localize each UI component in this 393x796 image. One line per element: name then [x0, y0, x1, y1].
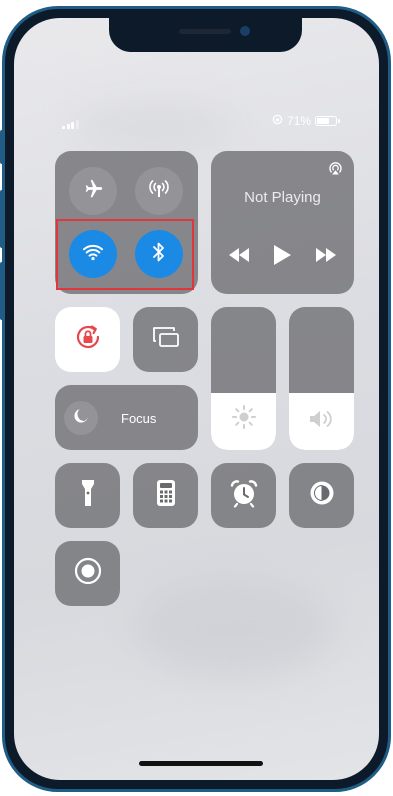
orientation-lock-status-icon — [272, 114, 283, 128]
control-center-screen: 71% Not Playing Focus — [14, 18, 379, 780]
speaker-volume-icon — [308, 408, 336, 435]
dark-mode-button[interactable] — [289, 463, 354, 528]
notch — [109, 18, 302, 52]
front-camera — [240, 26, 250, 36]
speaker — [179, 29, 231, 34]
alarm-button[interactable] — [211, 463, 276, 528]
play-button[interactable] — [272, 244, 292, 271]
alarm-clock-icon — [229, 478, 259, 513]
cellular-data-toggle[interactable] — [135, 167, 183, 215]
focus-label: Focus — [121, 411, 157, 426]
phone-frame: 71% Not Playing Focus — [2, 6, 391, 792]
calculator-icon — [156, 479, 176, 512]
rewind-button[interactable] — [228, 248, 250, 267]
screen-record-icon — [73, 556, 103, 591]
screen-mirroring-toggle[interactable] — [133, 307, 198, 372]
flashlight-button[interactable] — [55, 463, 120, 528]
volume-slider[interactable] — [289, 307, 354, 450]
background-blur — [74, 108, 234, 148]
screen-mirroring-icon — [152, 326, 180, 353]
flashlight-icon — [81, 478, 95, 513]
home-indicator[interactable] — [139, 761, 263, 766]
battery-icon — [315, 116, 340, 126]
airplane-mode-toggle[interactable] — [69, 167, 117, 215]
signal-strength-icon — [62, 113, 79, 129]
playback-controls — [211, 244, 354, 271]
moon-icon — [72, 407, 90, 430]
orientation-lock-icon — [72, 321, 104, 358]
now-playing-title: Not Playing — [244, 189, 321, 206]
battery-percent: 71% — [286, 114, 311, 128]
airplay-icon[interactable] — [327, 160, 344, 182]
wifi-bluetooth-highlight — [56, 219, 194, 290]
calculator-button[interactable] — [133, 463, 198, 528]
dark-mode-icon — [308, 479, 336, 512]
orientation-lock-toggle[interactable] — [55, 307, 120, 372]
airplane-icon — [82, 178, 104, 205]
focus-button[interactable]: Focus — [55, 385, 198, 450]
background-blur — [134, 578, 334, 678]
fast-forward-button[interactable] — [315, 248, 337, 267]
screen-recording-button[interactable] — [55, 541, 120, 606]
brightness-slider[interactable] — [211, 307, 276, 450]
brightness-icon — [231, 404, 257, 435]
status-right: 71% — [272, 113, 340, 129]
focus-icon-circle — [64, 401, 98, 435]
cellular-data-icon — [147, 178, 171, 205]
now-playing-panel[interactable]: Not Playing — [211, 151, 354, 294]
